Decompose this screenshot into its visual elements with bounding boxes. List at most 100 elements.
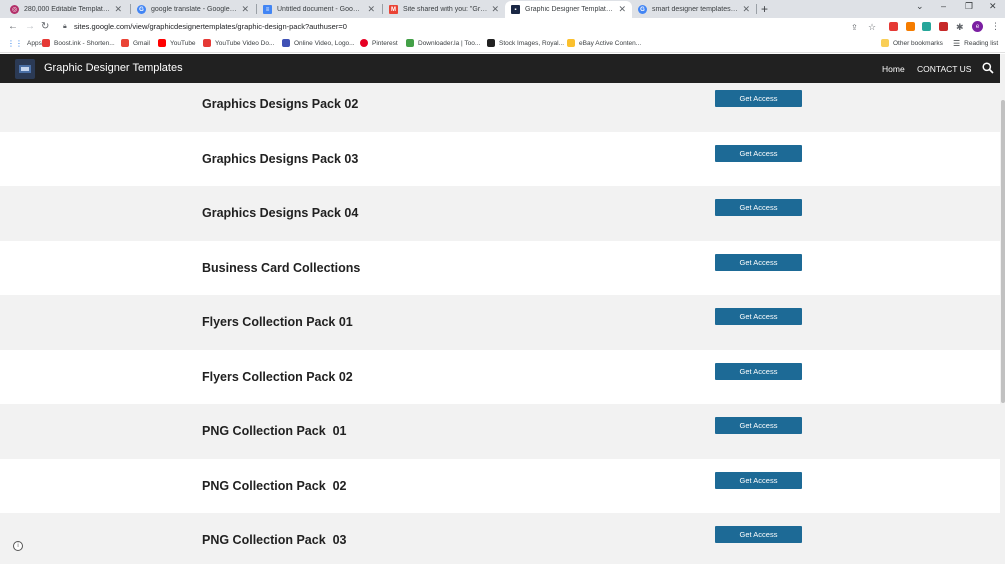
online-video-icon: [282, 39, 290, 47]
tab-close-icon[interactable]: ✕: [618, 4, 626, 15]
lock-icon[interactable]: 🔒︎: [63, 23, 67, 31]
nav-contact-us[interactable]: CONTACT US: [917, 64, 971, 74]
pack-title: Flyers Collection Pack 01: [202, 315, 353, 329]
tab-favicon-icon: G: [137, 5, 146, 14]
get-access-button[interactable]: Get Access: [715, 471, 802, 489]
get-access-button[interactable]: Get Access: [715, 199, 802, 216]
pack-row: PNG Collection Pack 02 Get Access: [0, 458, 1000, 513]
browser-tab-4-active[interactable]: ▪ Graphic Designer Templates - G ✕: [505, 1, 632, 18]
browser-tab-strip: ◎ 280,000 Editable Templates Grap ✕ G go…: [0, 0, 1005, 18]
browser-tab-5[interactable]: G smart designer templates - Goog ✕: [632, 1, 756, 18]
bookmark-label: Apps: [27, 40, 42, 47]
window-close-icon[interactable]: ✕: [989, 1, 997, 12]
bookmark-label: Stock Images, Royal...: [499, 39, 565, 47]
folder-icon: [881, 39, 889, 47]
forward-arrow-icon[interactable]: →: [25, 21, 35, 32]
extension-red-icon[interactable]: [889, 22, 898, 31]
nav-home[interactable]: Home: [882, 64, 905, 74]
get-access-button[interactable]: Get Access: [715, 90, 802, 107]
browser-tab-2[interactable]: ≡ Untitled document - Google Do ✕: [257, 1, 381, 18]
extensions-puzzle-icon[interactable]: ✱: [956, 22, 964, 33]
bookmark-online-video[interactable]: Online Video, Logo...: [282, 39, 355, 47]
tab-close-icon[interactable]: ✕: [114, 4, 122, 15]
bookmark-label: YouTube Video Do...: [215, 39, 275, 47]
pack-title: PNG Collection Pack 01: [202, 424, 347, 438]
bookmarks-bar: ⋮⋮ Apps Boost.ink - Shorten... Gmail You…: [0, 36, 1005, 53]
back-arrow-icon[interactable]: ←: [8, 21, 18, 32]
bookmark-stock-images[interactable]: Stock Images, Royal...: [487, 39, 564, 47]
bookmark-youtube[interactable]: YouTube: [158, 39, 196, 47]
site-logo[interactable]: [15, 59, 35, 79]
site-header: Graphic Designer Templates Home CONTACT …: [0, 54, 1000, 83]
pinterest-icon: [360, 39, 368, 47]
minimize-icon[interactable]: –: [941, 1, 946, 11]
pack-row: Flyers Collection Pack 01 Get Access: [0, 295, 1000, 350]
pack-title: PNG Collection Pack 02: [202, 478, 347, 493]
get-access-button[interactable]: Get Access: [715, 362, 802, 380]
tab-favicon-icon: G: [638, 5, 647, 14]
bookmark-label: Other bookmarks: [893, 39, 943, 47]
extension-download-icon[interactable]: [906, 22, 915, 31]
bookmark-youtube-video-downloader[interactable]: YouTube Video Do...: [203, 39, 274, 47]
extension-pdf-icon[interactable]: [939, 22, 948, 31]
share-icon[interactable]: ⇪: [851, 23, 858, 32]
reload-icon[interactable]: ↻: [41, 21, 49, 32]
tab-label: 280,000 Editable Templates Grap: [24, 6, 111, 13]
bookmark-pinterest[interactable]: Pinterest: [360, 39, 398, 47]
gmail-icon: [121, 39, 129, 47]
pack-row: Graphics Designs Pack 02 Get Access: [0, 83, 1000, 132]
youtube-downloader-icon: [203, 39, 211, 47]
tab-close-icon[interactable]: ✕: [491, 4, 499, 15]
bookmark-label: Online Video, Logo...: [294, 39, 355, 47]
tab-close-icon[interactable]: ✕: [742, 4, 750, 15]
pack-title: PNG Collection Pack 03: [202, 533, 347, 547]
tab-favicon-icon: ≡: [263, 5, 272, 14]
new-tab-plus-icon[interactable]: +: [761, 2, 768, 16]
get-access-button[interactable]: Get Access: [715, 308, 802, 325]
bookmark-label: YouTube: [170, 39, 196, 47]
get-access-button[interactable]: Get Access: [715, 526, 802, 543]
bookmark-apps[interactable]: ⋮⋮ Apps: [7, 39, 42, 48]
pack-row: Graphics Designs Pack 03 Get Access: [0, 131, 1000, 186]
tab-close-icon[interactable]: ✕: [241, 4, 249, 15]
bookmark-ebay[interactable]: eBay Active Conten...: [567, 39, 641, 47]
logo-mark-icon: [19, 65, 31, 73]
tab-favicon-icon: M: [389, 5, 398, 14]
browser-tab-1[interactable]: G google translate - Google Search ✕: [131, 1, 255, 18]
bookmark-boost-ink[interactable]: Boost.ink - Shorten...: [42, 39, 115, 47]
tab-label: smart designer templates - Goog: [652, 6, 738, 13]
restore-icon[interactable]: ❐: [965, 1, 973, 12]
tab-divider: [756, 4, 757, 14]
reading-list[interactable]: ☰ Reading list: [953, 39, 998, 48]
site-title[interactable]: Graphic Designer Templates: [44, 62, 183, 74]
extension-translate-icon[interactable]: [922, 22, 931, 31]
profile-avatar[interactable]: e: [972, 21, 983, 32]
pack-list: Graphics Designs Pack 02 Get Access Grap…: [0, 83, 1000, 564]
browser-toolbar: ← → ↻ 🔒︎ sites.google.com/view/graphicde…: [0, 18, 1005, 36]
tab-label: google translate - Google Search: [151, 6, 237, 13]
search-icon[interactable]: [982, 62, 994, 74]
get-access-button[interactable]: Get Access: [715, 144, 802, 162]
browser-tab-3[interactable]: M Site shared with you: "Graphic D ✕: [383, 1, 505, 18]
address-bar-url[interactable]: sites.google.com/view/graphicdesignertem…: [74, 22, 347, 31]
apps-grid-icon: ⋮⋮: [7, 39, 23, 48]
bookmark-other-bookmarks[interactable]: Other bookmarks: [881, 39, 943, 47]
browser-tab-0[interactable]: ◎ 280,000 Editable Templates Grap ✕: [4, 1, 128, 18]
bookmark-label: Gmail: [133, 39, 150, 47]
browser-menu-kebab-icon[interactable]: ⋮: [991, 21, 1000, 32]
youtube-icon: [158, 39, 166, 47]
page-scrollbar-thumb[interactable]: [1001, 100, 1005, 403]
ebay-icon: [567, 39, 575, 47]
site-info-icon[interactable]: i: [13, 541, 23, 551]
get-access-button[interactable]: Get Access: [715, 417, 802, 434]
bookmark-downloader-la[interactable]: Downloader.la | Too...: [406, 39, 480, 47]
tab-favicon-icon: ◎: [10, 5, 19, 14]
bookmark-star-icon[interactable]: ☆: [868, 22, 876, 33]
tab-label: Site shared with you: "Graphic D: [403, 6, 487, 13]
pack-row: Business Card Collections Get Access: [0, 240, 1000, 295]
tab-search-chevron-icon[interactable]: ⌄: [916, 1, 924, 12]
bookmark-gmail[interactable]: Gmail: [121, 39, 150, 47]
tab-close-icon[interactable]: ✕: [367, 4, 375, 15]
get-access-button[interactable]: Get Access: [715, 253, 802, 271]
bookmark-label: Downloader.la | Too...: [418, 39, 481, 47]
